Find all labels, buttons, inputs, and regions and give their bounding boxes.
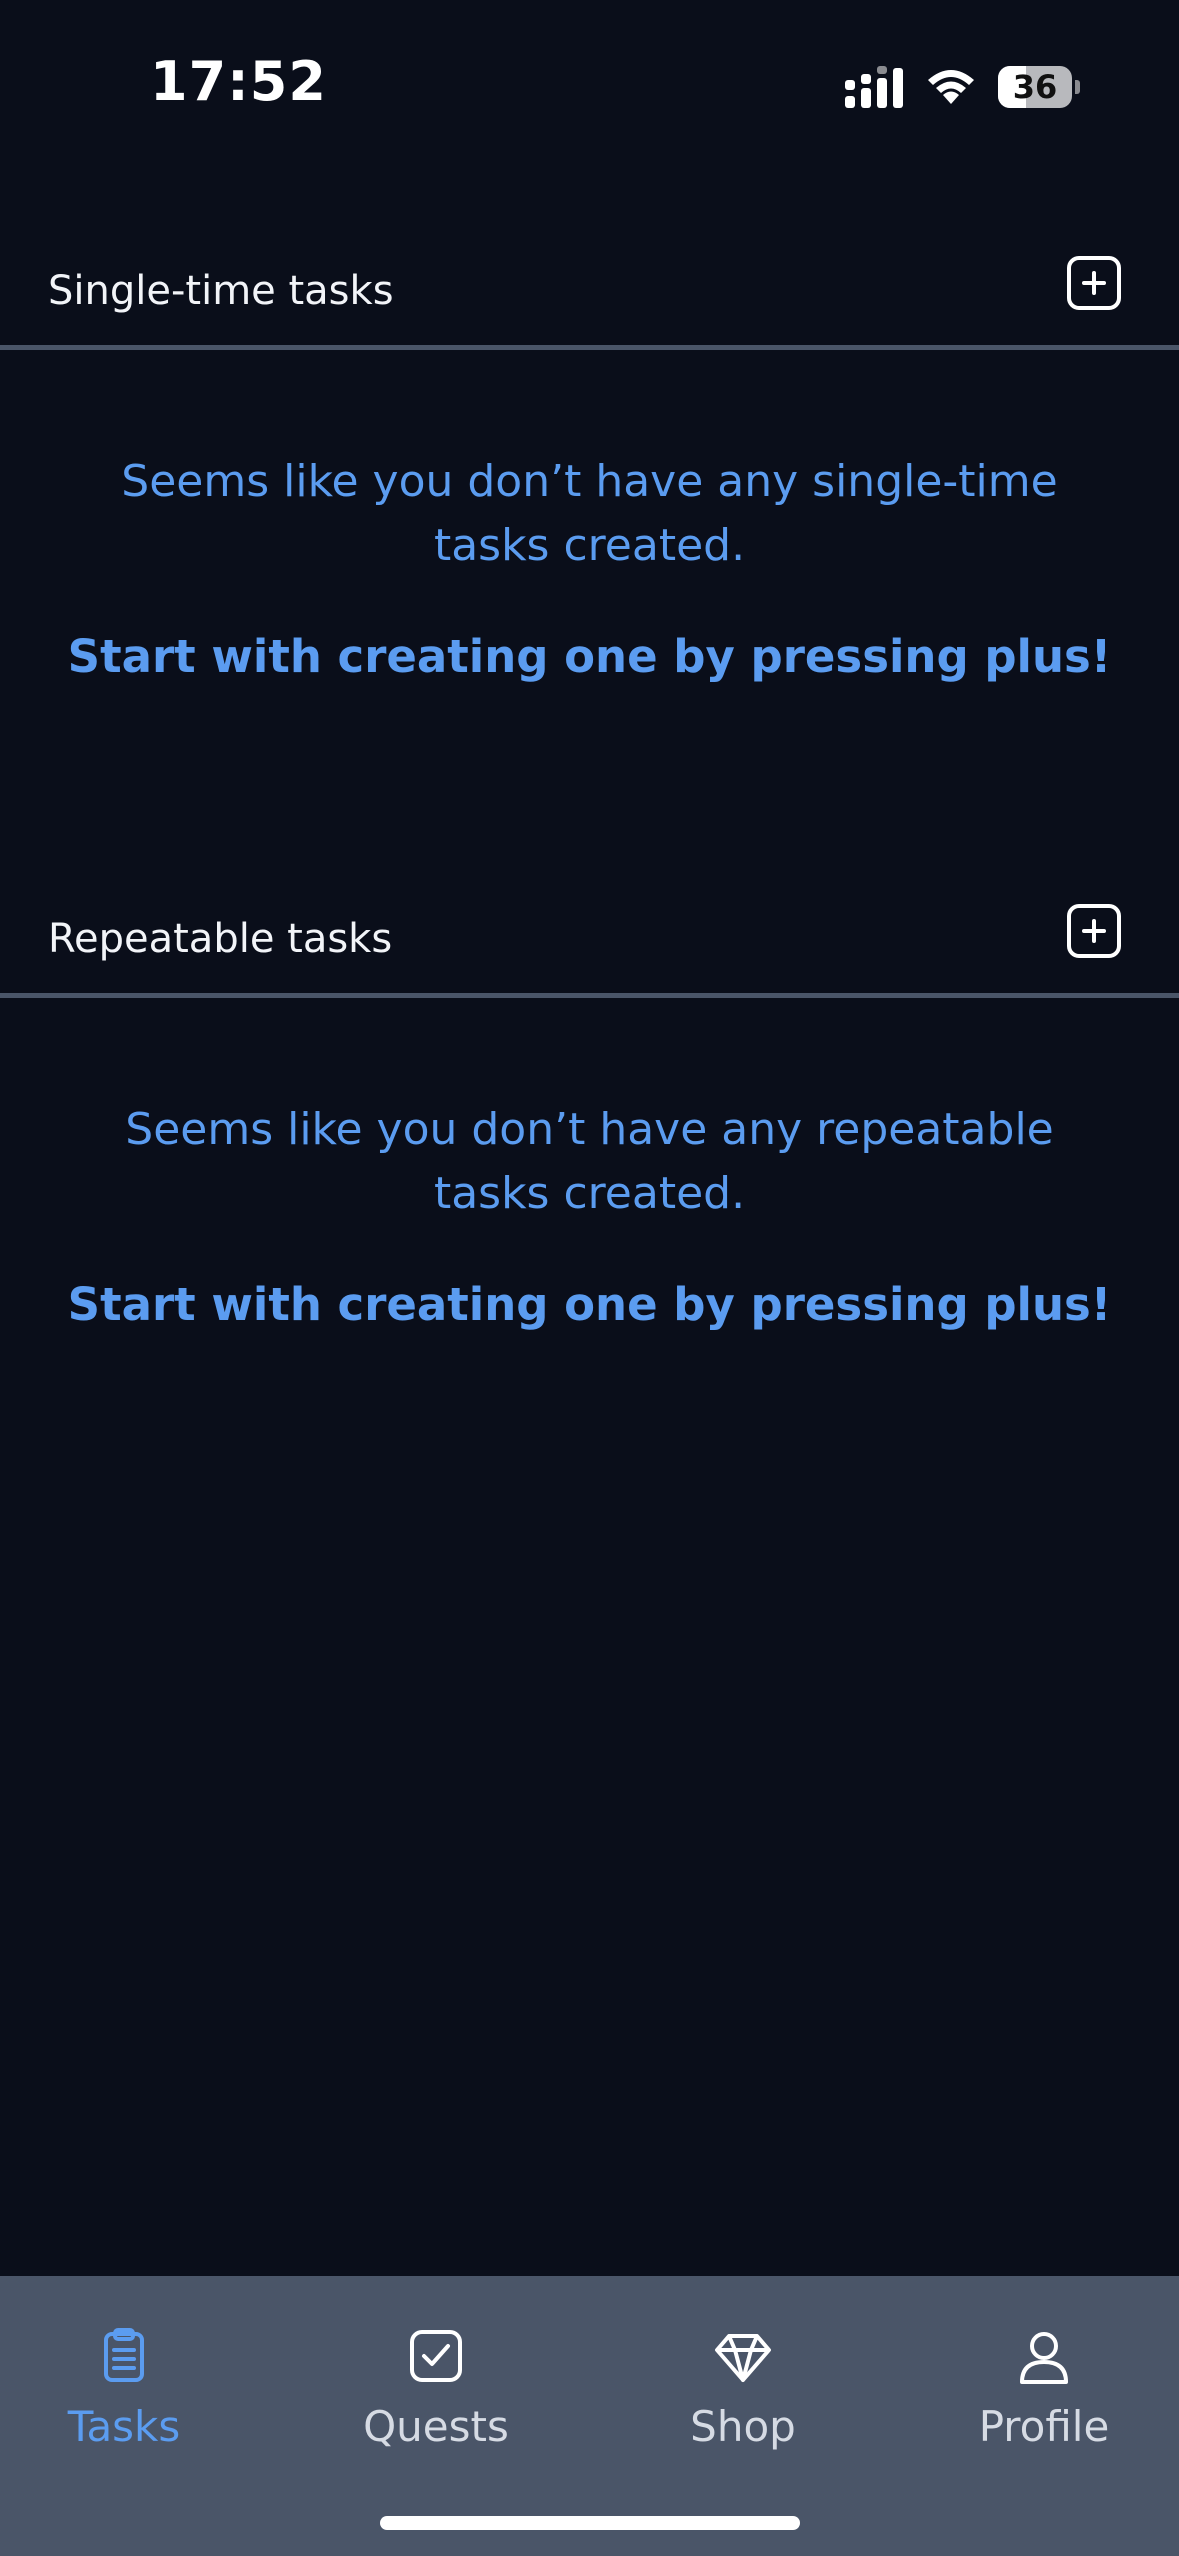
nav-label-tasks: Tasks [67, 2402, 181, 2451]
single-tasks-empty-message: Seems like you don’t have any single-tim… [121, 456, 1058, 571]
nav-item-profile[interactable]: Profile [944, 2326, 1144, 2466]
single-tasks-title: Single-time tasks [48, 268, 394, 314]
nav-item-shop[interactable]: Shop [643, 2326, 843, 2466]
bottom-nav: Tasks Quests Shop Profile [0, 2276, 1179, 2556]
repeatable-tasks-divider [0, 993, 1179, 998]
user-icon [1020, 2332, 1068, 2384]
repeatable-tasks-header: Repeatable tasks [0, 878, 1179, 1008]
battery-cap [1075, 80, 1080, 94]
single-tasks-cta: Start with creating one by pressing plus… [67, 630, 1112, 683]
nav-label-quests: Quests [363, 2402, 509, 2451]
battery-percentage: 36 [1012, 68, 1058, 106]
single-tasks-divider [0, 345, 1179, 350]
single-tasks-header: Single-time tasks [0, 230, 1179, 360]
repeatable-tasks-cta: Start with creating one by pressing plus… [67, 1278, 1112, 1331]
nav-label-shop: Shop [690, 2402, 796, 2451]
diamond-icon [715, 2334, 771, 2382]
nav-item-tasks[interactable]: Tasks [24, 2326, 224, 2466]
battery-icon: 36 [998, 66, 1080, 108]
nav-label-profile: Profile [978, 2402, 1110, 2451]
status-time: 17:52 [150, 50, 327, 113]
checkbox-icon [410, 2330, 462, 2382]
cellular-signal-icon [845, 66, 903, 108]
repeatable-tasks-title: Repeatable tasks [48, 916, 393, 962]
home-indicator[interactable] [380, 2516, 800, 2530]
clipboard-icon [104, 2328, 144, 2382]
wifi-icon [928, 70, 974, 104]
status-bar: 17:52 36 [0, 0, 1179, 140]
add-single-task-button[interactable] [1067, 256, 1121, 310]
repeatable-tasks-empty-message: Seems like you don’t have any repeatable… [125, 1104, 1054, 1219]
add-repeatable-task-button[interactable] [1067, 904, 1121, 958]
nav-item-quests[interactable]: Quests [336, 2326, 536, 2466]
